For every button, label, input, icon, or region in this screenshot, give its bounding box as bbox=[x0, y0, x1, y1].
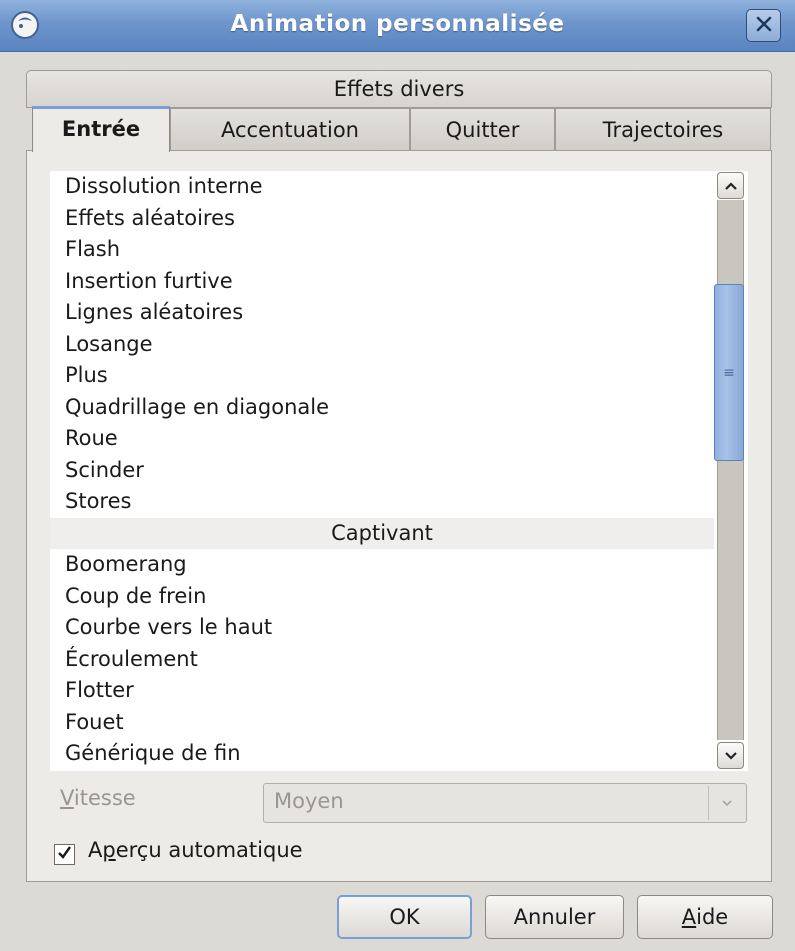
grip-icon: ≡ bbox=[723, 364, 735, 381]
list-item[interactable]: Roue bbox=[50, 423, 714, 455]
tab-trajectoires[interactable]: Trajectoires bbox=[555, 108, 771, 151]
window-title: Animation personnalisée bbox=[230, 11, 565, 37]
list-item[interactable]: Insertion furtive bbox=[50, 266, 714, 298]
list-item[interactable]: Écroulement bbox=[50, 644, 714, 676]
list-scrollbar[interactable] bbox=[714, 171, 748, 771]
list-item[interactable]: Scinder bbox=[50, 455, 714, 487]
preview-label[interactable]: Aperçu automatique bbox=[88, 838, 303, 862]
list-item[interactable]: Flash bbox=[50, 234, 714, 266]
tab-effets-divers[interactable]: Effets divers bbox=[26, 70, 772, 108]
list-item[interactable]: Générique de fin bbox=[50, 738, 714, 770]
list-item[interactable]: Boomerang bbox=[50, 549, 714, 581]
chevron-down-icon bbox=[724, 746, 738, 765]
scroll-up-button[interactable] bbox=[717, 172, 744, 199]
chevron-down-icon[interactable] bbox=[708, 786, 744, 820]
cancel-button[interactable]: Annuler bbox=[485, 895, 624, 939]
title-bar: Animation personnalisée bbox=[0, 0, 795, 52]
list-item[interactable]: Losange bbox=[50, 329, 714, 361]
list-item[interactable]: Dissolution interne bbox=[50, 171, 714, 203]
list-item[interactable]: Coup de frein bbox=[50, 581, 714, 613]
list-item[interactable]: Plus bbox=[50, 360, 714, 392]
checkmark-icon bbox=[56, 844, 73, 865]
tab-entree[interactable]: Entrée bbox=[32, 106, 170, 152]
help-button[interactable]: Aide bbox=[637, 895, 773, 939]
list-item[interactable]: Fouet bbox=[50, 707, 714, 739]
list-item[interactable]: Stores bbox=[50, 486, 714, 518]
tab-quitter[interactable]: Quitter bbox=[410, 108, 555, 151]
speed-label: Vitesse bbox=[60, 786, 136, 810]
close-icon bbox=[754, 14, 774, 38]
category-header: Captivant bbox=[50, 517, 714, 549]
preview-checkbox[interactable] bbox=[54, 844, 75, 865]
speed-value: Moyen bbox=[274, 789, 344, 813]
scroll-track[interactable] bbox=[717, 200, 744, 740]
list-item[interactable]: Courbe vers le haut bbox=[50, 612, 714, 644]
list-item[interactable]: Flotter bbox=[50, 675, 714, 707]
close-button[interactable] bbox=[746, 9, 781, 42]
tab-accentuation[interactable]: Accentuation bbox=[170, 108, 410, 151]
list-item[interactable]: Lignes aléatoires bbox=[50, 297, 714, 329]
chevron-up-icon bbox=[724, 176, 738, 195]
speed-select[interactable]: Moyen bbox=[263, 783, 747, 823]
list-item[interactable]: Quadrillage en diagonale bbox=[50, 392, 714, 424]
ok-button[interactable]: OK bbox=[337, 895, 472, 939]
scroll-thumb[interactable]: ≡ bbox=[714, 284, 744, 461]
scroll-down-button[interactable] bbox=[717, 742, 744, 769]
effects-list[interactable]: Dissolution interne Effets aléatoires Fl… bbox=[50, 171, 748, 771]
list-item[interactable]: Effets aléatoires bbox=[50, 203, 714, 235]
